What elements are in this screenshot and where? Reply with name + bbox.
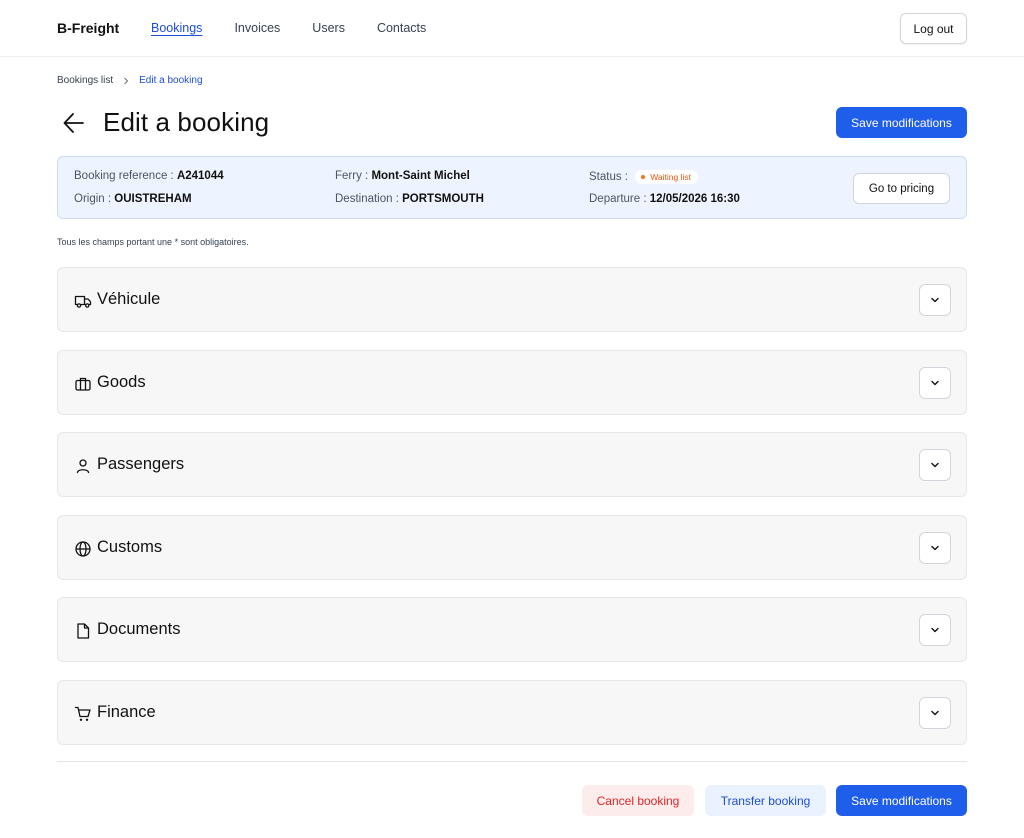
expand-passengers-button[interactable] (919, 449, 951, 481)
arrow-left-icon[interactable] (61, 110, 87, 136)
top-navigation: B-Freight Bookings Invoices Users Contac… (0, 0, 1024, 57)
nav-invoices[interactable]: Invoices (234, 21, 280, 35)
chevron-down-icon (931, 627, 939, 633)
origin-value: OUISTREHAM (114, 193, 192, 205)
chevron-right-icon (124, 77, 129, 84)
file-icon (77, 623, 90, 639)
cart-icon (74, 706, 91, 721)
booking-summary-panel: Booking reference : A241044 Origin : OUI… (57, 156, 967, 219)
booking-reference-value: A241044 (176, 170, 224, 182)
user-icon (76, 459, 90, 474)
section-vehicule[interactable]: Véhicule (57, 267, 967, 332)
save-modifications-button-top[interactable]: Save modifications (836, 107, 967, 138)
breadcrumb-bookings-list[interactable]: Bookings list (57, 75, 113, 86)
nav-contacts[interactable]: Contacts (377, 21, 426, 35)
status-dot-icon (641, 175, 646, 179)
ferry-value: Mont-Saint Michel (371, 170, 470, 182)
chevron-down-icon (931, 545, 939, 551)
go-to-pricing-button[interactable]: Go to pricing (853, 173, 950, 204)
brand-logo[interactable]: B-Freight (57, 20, 119, 36)
section-title: Customs (97, 538, 163, 556)
booking-ferry: Ferry : Mont-Saint Michel (335, 170, 470, 182)
booking-destination: Destination : PORTSMOUTH (335, 193, 484, 205)
breadcrumb: Bookings list Edit a booking (57, 75, 203, 86)
section-title: Goods (97, 373, 146, 391)
section-title: Finance (97, 703, 156, 721)
truck-icon (74, 295, 92, 308)
page-title: Edit a booking (103, 107, 270, 137)
booking-reference: Booking reference : A241044 (74, 170, 224, 182)
main-nav: Bookings Invoices Users Contacts (151, 21, 426, 35)
section-goods[interactable]: Goods (57, 350, 967, 415)
expand-documents-button[interactable] (919, 614, 951, 646)
breadcrumb-current: Edit a booking (139, 75, 203, 86)
section-title: Véhicule (97, 290, 161, 308)
transfer-booking-button[interactable]: Transfer booking (705, 785, 826, 816)
cancel-booking-button[interactable]: Cancel booking (582, 785, 694, 816)
expand-vehicule-button[interactable] (919, 284, 951, 316)
globe-icon (75, 541, 91, 557)
nav-users[interactable]: Users (312, 21, 345, 35)
status-badge: Waiting list (635, 170, 698, 184)
section-customs[interactable]: Customs (57, 515, 967, 580)
booking-departure: Departure : 12/05/2026 16:30 (589, 193, 740, 205)
departure-value: 12/05/2026 16:30 (649, 193, 740, 205)
required-fields-note: Tous les champs portant une * sont oblig… (57, 237, 249, 247)
chevron-down-icon (931, 380, 939, 386)
footer-divider (57, 761, 967, 762)
booking-status: Status : Waiting list (589, 170, 698, 184)
section-documents[interactable]: Documents (57, 597, 967, 662)
expand-finance-button[interactable] (919, 697, 951, 729)
booking-origin: Origin : OUISTREHAM (74, 193, 192, 205)
expand-customs-button[interactable] (919, 532, 951, 564)
briefcase-icon (75, 377, 91, 391)
expand-goods-button[interactable] (919, 367, 951, 399)
destination-value: PORTSMOUTH (402, 193, 484, 205)
nav-bookings[interactable]: Bookings (151, 21, 202, 35)
chevron-down-icon (931, 462, 939, 468)
chevron-down-icon (931, 710, 939, 716)
logout-button[interactable]: Log out (900, 13, 967, 44)
section-passengers[interactable]: Passengers (57, 432, 967, 497)
section-title: Documents (97, 620, 181, 638)
section-title: Passengers (97, 455, 185, 473)
chevron-down-icon (931, 297, 939, 303)
save-modifications-button-bottom[interactable]: Save modifications (836, 785, 967, 816)
section-finance[interactable]: Finance (57, 680, 967, 745)
